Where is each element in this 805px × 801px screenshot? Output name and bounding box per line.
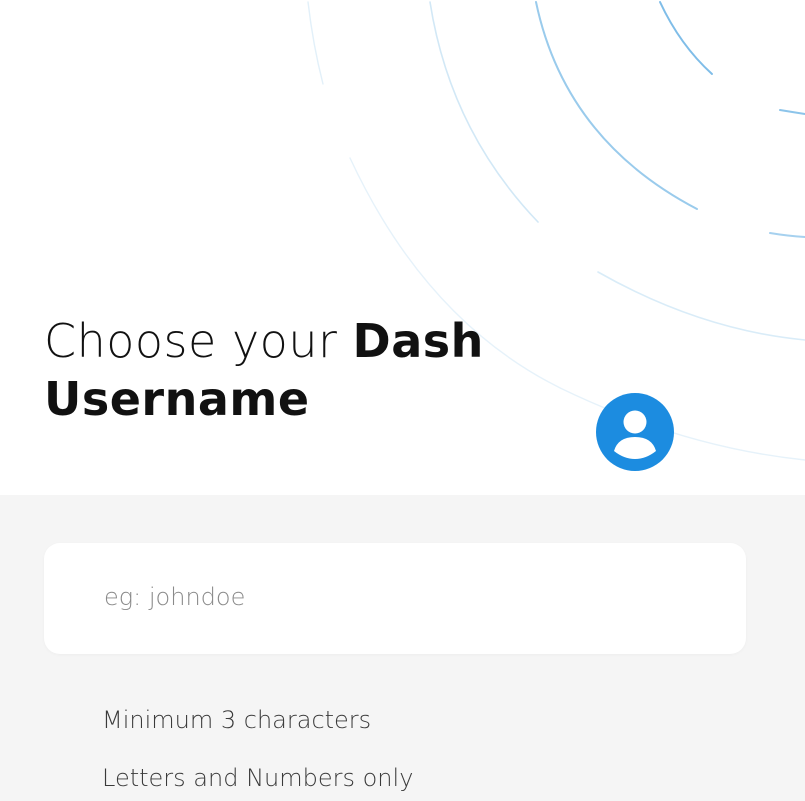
username-input-card[interactable]	[44, 543, 746, 654]
user-circle-icon	[596, 393, 674, 471]
title-bold-username: Username	[44, 372, 310, 426]
requirement-alphanumeric: Letters and Numbers only	[102, 764, 414, 792]
requirement-min-length: Minimum 3 characters	[102, 706, 372, 734]
username-requirements-list: Minimum 3 characters Letters and Numbers…	[102, 705, 413, 801]
header-panel: Choose your Dash Username	[0, 0, 805, 495]
username-input[interactable]	[104, 575, 704, 619]
form-area: Minimum 3 characters Letters and Numbers…	[0, 495, 805, 801]
title-light-text: Choose your	[44, 314, 353, 368]
page-title: Choose your Dash Username	[44, 312, 484, 428]
title-bold-dash: Dash	[352, 314, 484, 368]
choose-username-screen: Choose your Dash Username Minimum 3 chara…	[0, 0, 805, 801]
